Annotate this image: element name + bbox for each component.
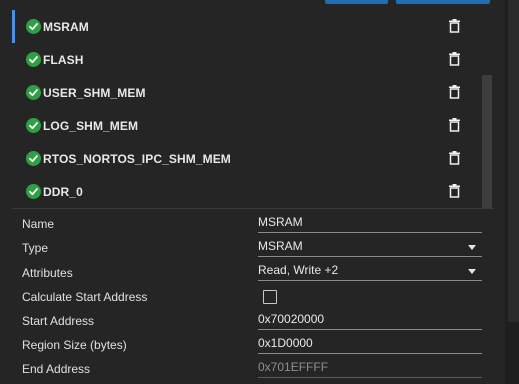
caret-down-icon xyxy=(468,269,476,274)
selection-indicator xyxy=(12,10,15,43)
type-select[interactable]: MSRAM xyxy=(258,239,482,257)
name-field[interactable]: MSRAM xyxy=(258,215,482,233)
type-label: Type xyxy=(22,241,49,255)
attributes-value: Read, Write +2 xyxy=(258,263,339,277)
divider xyxy=(12,208,494,209)
region-row-msram[interactable]: MSRAM xyxy=(12,10,482,43)
type-value: MSRAM xyxy=(258,239,303,253)
region-row-rtos-nortos-ipc-shm-mem[interactable]: RTOS_NORTOS_IPC_SHM_MEM xyxy=(12,142,482,175)
start-address-field[interactable]: 0x70020000 xyxy=(258,312,482,330)
end-address-value: 0x701EFFFF xyxy=(258,360,329,374)
memory-region-panel: MSRAM FLASH USER_SHM_MEM LOG_SHM_MEM RTO… xyxy=(0,0,519,384)
region-row-flash[interactable]: FLASH xyxy=(12,43,482,76)
region-label: DDR_0 xyxy=(43,184,83,199)
start-address-value: 0x70020000 xyxy=(258,312,325,326)
region-size-label: Region Size (bytes) xyxy=(22,338,127,352)
region-row-user-shm-mem[interactable]: USER_SHM_MEM xyxy=(12,76,482,109)
toolbar-button-2[interactable] xyxy=(396,0,490,4)
check-circle-icon xyxy=(26,151,41,166)
trash-icon[interactable] xyxy=(449,19,460,33)
check-circle-icon xyxy=(26,85,41,100)
list-scrollbar[interactable] xyxy=(482,75,492,208)
start-address-label: Start Address xyxy=(22,314,95,328)
region-label: LOG_SHM_MEM xyxy=(43,118,139,133)
region-list: MSRAM FLASH USER_SHM_MEM LOG_SHM_MEM RTO… xyxy=(12,10,494,208)
region-row-log-shm-mem[interactable]: LOG_SHM_MEM xyxy=(12,109,482,142)
end-address-label: End Address xyxy=(22,362,91,376)
calculate-start-address-label: Calculate Start Address xyxy=(22,290,148,304)
check-circle-icon xyxy=(26,118,41,133)
region-row-ddr-0[interactable]: DDR_0 xyxy=(12,175,482,208)
trash-icon[interactable] xyxy=(449,118,460,132)
toolbar-button-1[interactable] xyxy=(325,0,388,4)
region-label: MSRAM xyxy=(43,19,89,34)
region-label: USER_SHM_MEM xyxy=(43,85,146,100)
end-address-field: 0x701EFFFF xyxy=(258,360,482,378)
region-size-field[interactable]: 0x1D0000 xyxy=(258,336,482,354)
check-circle-icon xyxy=(26,52,41,67)
name-value: MSRAM xyxy=(258,215,303,229)
trash-icon[interactable] xyxy=(449,151,460,165)
trash-icon[interactable] xyxy=(449,184,460,198)
name-label: Name xyxy=(22,217,55,231)
check-circle-icon xyxy=(26,19,41,34)
check-circle-icon xyxy=(26,184,41,199)
outer-scrollbar-thumb[interactable] xyxy=(508,0,519,322)
region-size-value: 0x1D0000 xyxy=(258,336,313,350)
calculate-start-address-checkbox[interactable] xyxy=(263,290,277,304)
attributes-select[interactable]: Read, Write +2 xyxy=(258,263,482,281)
trash-icon[interactable] xyxy=(449,52,460,66)
caret-down-icon xyxy=(468,245,476,250)
region-label: FLASH xyxy=(43,52,84,67)
trash-icon[interactable] xyxy=(449,85,460,99)
region-label: RTOS_NORTOS_IPC_SHM_MEM xyxy=(43,151,231,166)
attributes-label: Attributes xyxy=(22,266,73,280)
